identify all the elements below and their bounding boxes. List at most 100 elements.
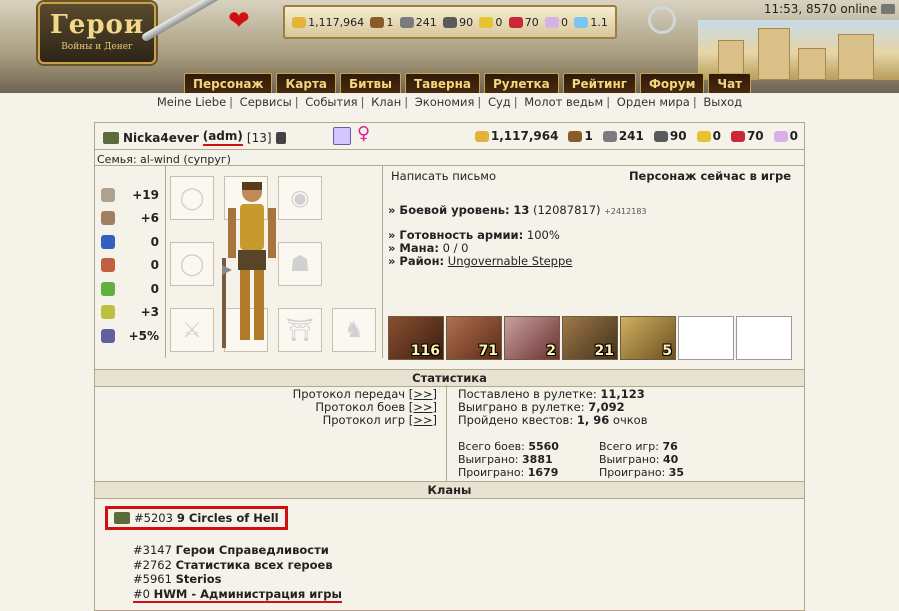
stat-luck: 0 [95, 277, 165, 301]
character-header: Nicka4ever (adm) [13] ♀ 1,117,964 1 241 … [95, 123, 804, 150]
army-slot-empty-7 [736, 316, 792, 360]
nav-battles[interactable]: Битвы [340, 73, 401, 93]
nav-map[interactable]: Карта [276, 73, 337, 93]
clock-text: 11:53, 8570 online [763, 2, 877, 16]
female-icon: ♀ [357, 123, 371, 144]
protocol-transfers-link[interactable]: [>>] [409, 387, 437, 401]
player-resources: 1,117,964 1 241 90 0 70 0 [474, 129, 798, 143]
army-readiness-row: » Готовность армии: 100% [388, 228, 560, 242]
army-unit-3[interactable]: 2 [504, 316, 560, 360]
combat-exp-gain: +2412183 [604, 207, 647, 216]
subnav-clan[interactable]: Клан [371, 95, 401, 109]
player-ore: 241 [602, 129, 644, 143]
nav-rating[interactable]: Рейтинг [562, 73, 637, 93]
admin-clan-highlight: #0 HWM - Администрация игры [133, 587, 342, 603]
mercury-icon [653, 130, 668, 142]
army-readiness: 100% [526, 228, 560, 242]
resource-sulfur: 0 [479, 16, 502, 29]
army-unit-4[interactable]: 21 [562, 316, 618, 360]
send-mail-icon[interactable] [333, 127, 351, 145]
subnav-witch-hammer[interactable]: Молот ведьм [524, 95, 603, 109]
online-status: Персонаж сейчас в игре [628, 169, 791, 183]
clans-heading: Кланы [95, 481, 804, 499]
main-clan-id: #5203 [134, 511, 173, 525]
army-slots: 116 71 2 21 5 [388, 316, 794, 360]
ring-icon[interactable] [648, 6, 676, 34]
clan-hat-icon [103, 131, 119, 144]
resource-crystals: 70 [508, 16, 539, 29]
subnav-services[interactable]: Сервисы [240, 95, 292, 109]
clan-item: #0 HWM - Администрация игры [133, 587, 342, 603]
clan-item: #2762 Статистика всех героев [133, 557, 333, 572]
subnav-meine-liebe[interactable]: Meine Liebe [157, 95, 226, 109]
player-level: [13] [246, 130, 272, 145]
logo-title: Герои [49, 10, 145, 40]
main-clan: #5203 9 Circles of Hell [105, 506, 288, 530]
games-won-row: Выиграно: 40 [599, 453, 679, 466]
army-slot-empty-6 [678, 316, 734, 360]
nav-character[interactable]: Персонаж [184, 73, 273, 93]
battles-lost-row: Проиграно: 1679 [458, 466, 559, 479]
subnav-logout[interactable]: Выход [703, 95, 742, 109]
game-header: Герои Войны и Денег ❤ 1,117,964 1 241 90… [0, 0, 899, 93]
mercury-icon [443, 16, 458, 28]
clan-list: #3147 Герои Справедливости #2762 Статист… [133, 543, 342, 603]
stat-knowledge: 0 [95, 254, 165, 278]
combat-exp: (12087817) [533, 203, 601, 217]
subnav-economy[interactable]: Экономия [415, 95, 475, 109]
battles-total-row: Всего боев: 5560 [458, 440, 559, 453]
shield-slot[interactable]: ⛩ [278, 308, 322, 352]
diamonds-icon [574, 16, 589, 28]
player-wood: 1 [568, 129, 593, 143]
nav-roulette[interactable]: Рулетка [484, 73, 559, 93]
district-link[interactable]: Ungovernable Steppe [448, 254, 573, 268]
stat-defense: +6 [95, 207, 165, 231]
player-crystals: 70 [730, 129, 764, 143]
nav-chat[interactable]: Чат [708, 73, 752, 93]
nav-tavern[interactable]: Таверна [405, 73, 480, 93]
clan-link[interactable]: Sterios [176, 572, 222, 586]
subnav-events[interactable]: События [305, 95, 357, 109]
stat-attack: +19 [95, 183, 165, 207]
defense-icon [101, 211, 115, 226]
army-unit-1[interactable]: 116 [388, 316, 444, 360]
castle-illustration [698, 20, 899, 80]
gems-icon [773, 130, 788, 142]
ring-slot-right[interactable]: ◯ [170, 242, 214, 286]
sulfur-icon [696, 130, 711, 142]
battles-stats: Всего боев: 5560 Выиграно: 3881 Проигран… [458, 440, 559, 479]
heart-icon[interactable]: ❤ [228, 8, 250, 34]
stat-spellpower: 0 [95, 230, 165, 254]
amulet-slot[interactable]: ◉ [278, 176, 322, 220]
write-mail-link[interactable]: Написать письмо [391, 169, 496, 183]
nav-forum[interactable]: Форум [640, 73, 705, 93]
player-name[interactable]: Nicka4ever [123, 131, 199, 145]
mana-value: 0 / 0 [442, 241, 469, 255]
stat-initiative: +5% [95, 324, 165, 348]
equipment-doll: ◯ ◉ ◯ ☗ ⚔ ⛩ ♞ [165, 166, 383, 358]
army-unit-2[interactable]: 71 [446, 316, 502, 360]
subnav-peace-order[interactable]: Орден мира [617, 95, 690, 109]
character-panel: Nicka4ever (adm) [13] ♀ 1,117,964 1 241 … [94, 122, 805, 611]
stat-morale: +3 [95, 301, 165, 325]
army-unit-5[interactable]: 5 [620, 316, 676, 360]
player-sulfur: 0 [696, 129, 721, 143]
wood-icon [568, 130, 583, 142]
protocol-games-link[interactable]: [>>] [409, 413, 437, 427]
luck-icon [101, 281, 115, 296]
mount-slot[interactable]: ♞ [332, 308, 376, 352]
clan-link[interactable]: Герои Справедливости [176, 543, 329, 557]
weapon-slot[interactable]: ⚔ [170, 308, 214, 352]
clan-link[interactable]: Статистика всех героев [176, 558, 333, 572]
clan-link[interactable]: HWM - Администрация игры [154, 587, 342, 601]
subnav-court[interactable]: Суд [488, 95, 511, 109]
main-clan-name[interactable]: 9 Circles of Hell [177, 511, 279, 525]
ring-slot-left[interactable]: ◯ [170, 176, 214, 220]
game-logo[interactable]: Герои Войны и Денег [38, 2, 156, 64]
protocol-battles-link[interactable]: [>>] [409, 400, 437, 414]
cloak-slot[interactable]: ☗ [278, 242, 322, 286]
ore-icon [399, 16, 414, 28]
divider [446, 385, 447, 481]
chat-icon[interactable] [881, 4, 895, 14]
resource-diamonds: 1.1 [574, 16, 608, 29]
